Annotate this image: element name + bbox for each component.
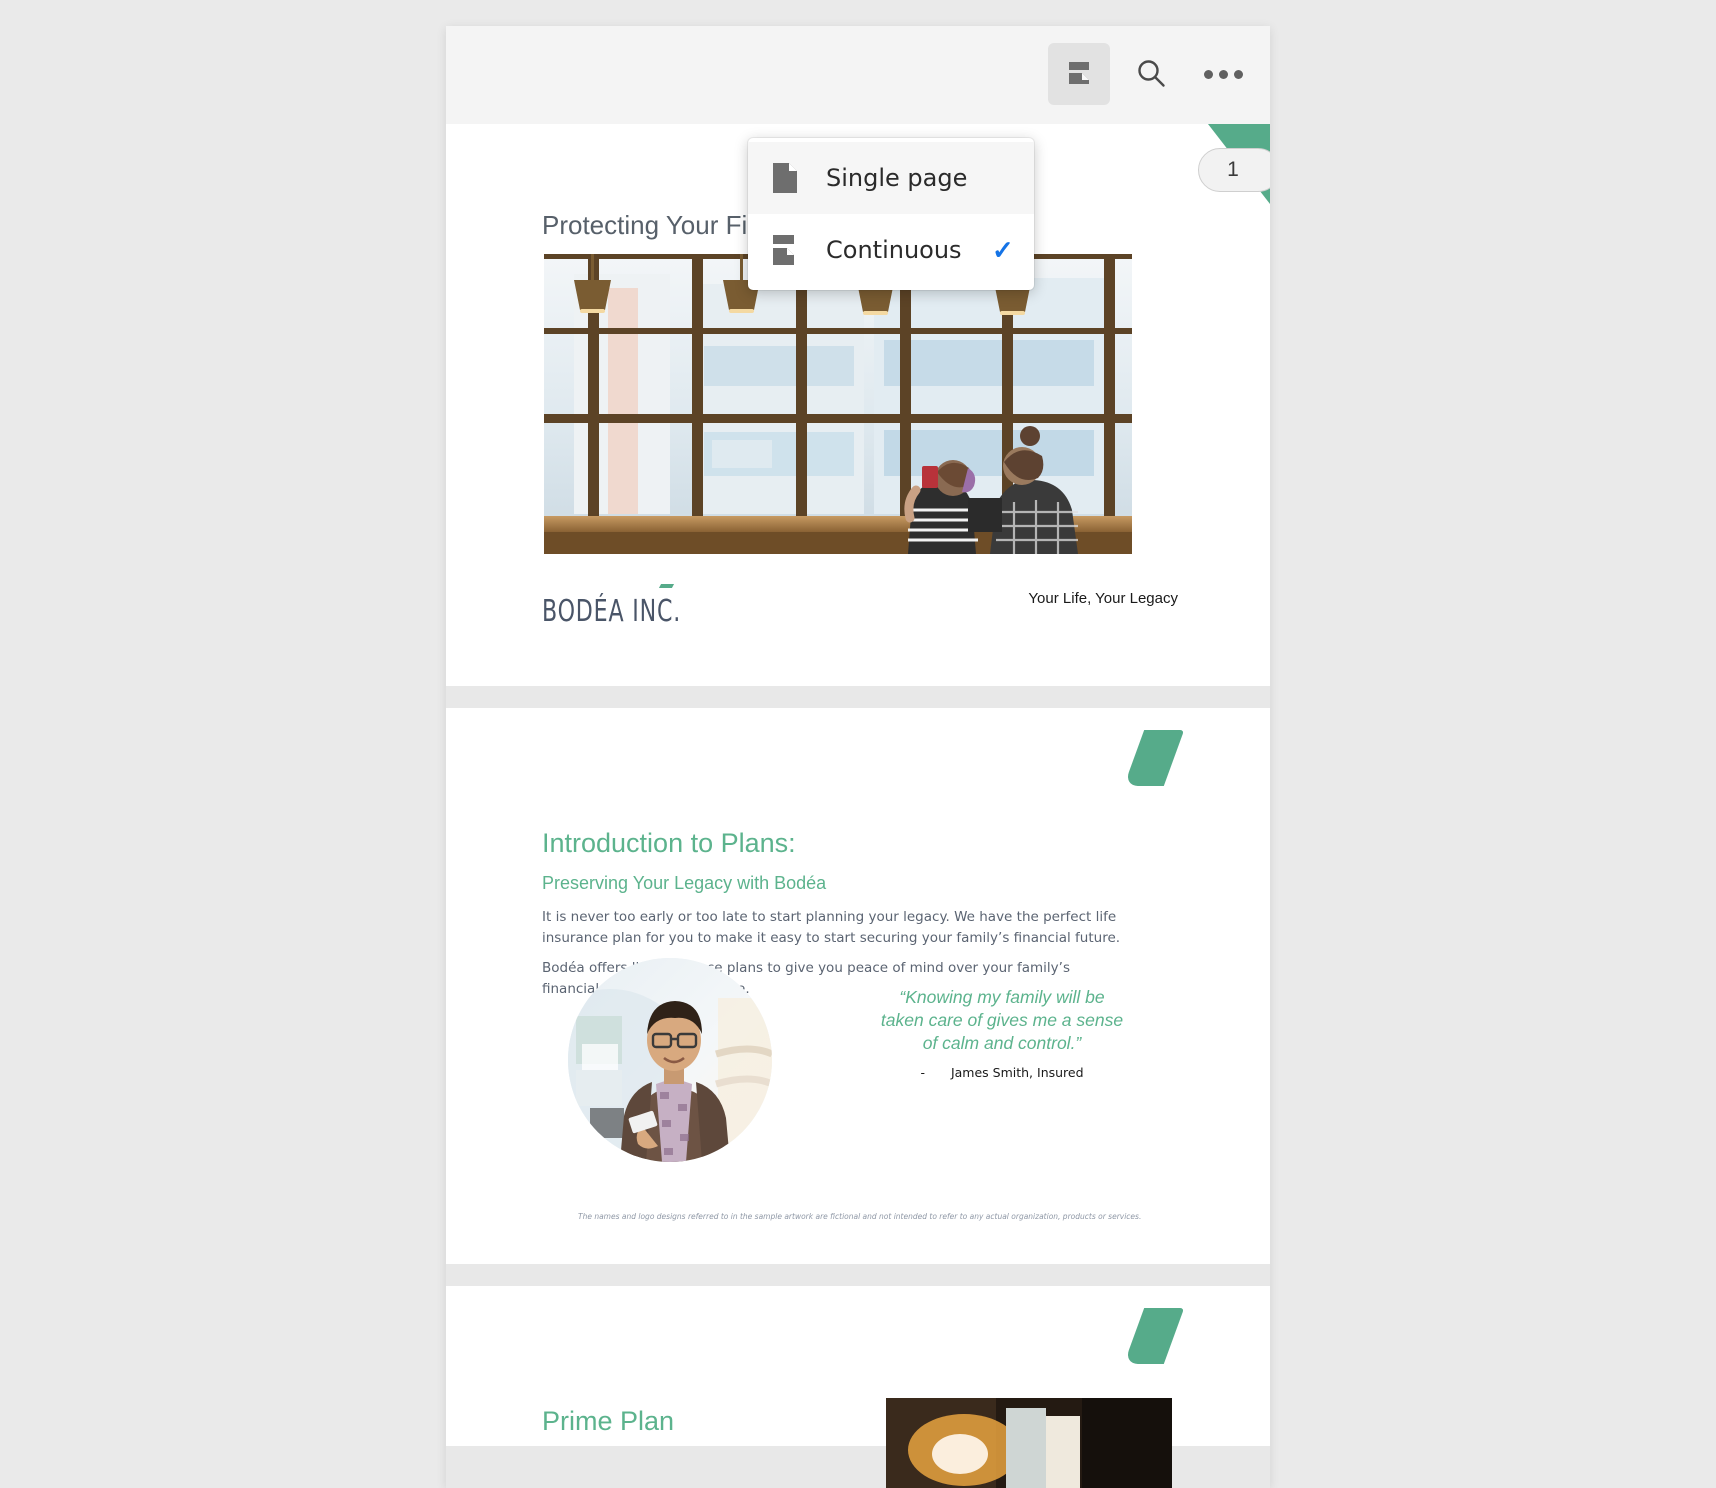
more-options-icon xyxy=(1203,69,1243,79)
section-title: Introduction to Plans: xyxy=(542,828,796,858)
search-button[interactable] xyxy=(1120,43,1182,105)
logo: BODÉA INC. xyxy=(542,584,712,629)
green-slash-accent xyxy=(1123,730,1185,786)
menu-item-single-page[interactable]: Single page xyxy=(748,142,1034,214)
menu-item-continuous-check: ✓ xyxy=(992,234,1014,265)
app-root: 1 Single page Continuous ✓ Protecting Yo… xyxy=(0,0,1716,1488)
logo-accent-mark xyxy=(658,584,675,588)
viewer-toolbar xyxy=(446,26,1270,125)
page-number-value: 1 xyxy=(1227,158,1239,181)
more-options-button[interactable] xyxy=(1192,43,1254,105)
legal-disclaimer: The names and logo designs referred to i… xyxy=(578,1212,1142,1221)
continuous-page-icon xyxy=(770,233,804,267)
menu-item-continuous[interactable]: Continuous ✓ xyxy=(748,214,1034,286)
menu-item-continuous-label: Continuous xyxy=(826,236,962,264)
search-icon xyxy=(1134,56,1168,93)
page-gap xyxy=(446,686,1270,708)
hero-image xyxy=(544,254,1132,554)
tagline: Your Life, Your Legacy xyxy=(1028,590,1178,607)
view-mode-dropdown-menu: Single page Continuous ✓ xyxy=(748,138,1034,290)
section-subtitle: Preserving Your Legacy with Bodéa xyxy=(542,873,827,893)
document-page-3: Prime Plan xyxy=(446,1286,1270,1488)
document-scroll-area[interactable]: Protecting Your Financial BODÉA INC. You… xyxy=(446,124,1270,1488)
document-page-2: Introduction to Plans: Preserving Your L… xyxy=(446,708,1270,1264)
page-number-indicator[interactable]: 1 xyxy=(1198,148,1270,192)
testimonial-attribution: - James Smith, Insured xyxy=(876,1065,1128,1080)
body-paragraph-1: It is never too early or too late to sta… xyxy=(542,909,1121,946)
single-page-icon xyxy=(770,161,804,195)
page3-section-title: Prime Plan xyxy=(542,1406,675,1436)
page-view-mode-button[interactable] xyxy=(1048,43,1110,105)
testimonial-quote: “Knowing my family will be taken care of… xyxy=(880,987,1124,1054)
pdf-viewer-window: 1 Single page Continuous ✓ Protecting Yo… xyxy=(446,26,1270,1488)
attribution-dash: - xyxy=(920,1065,925,1081)
testimonial-portrait xyxy=(568,958,772,1162)
menu-item-single-page-label: Single page xyxy=(826,164,968,192)
attribution-name: James Smith, Insured xyxy=(950,1065,1084,1081)
toolbar-actions xyxy=(1048,43,1254,105)
green-slash-accent xyxy=(1123,1308,1185,1364)
page3-image xyxy=(886,1398,1172,1488)
page-gap xyxy=(446,1264,1270,1286)
logo-text: BODÉA INC. xyxy=(542,594,682,629)
testimonial-quote-block: “Knowing my family will be taken care of… xyxy=(876,986,1128,1080)
continuous-page-icon xyxy=(1064,58,1094,91)
